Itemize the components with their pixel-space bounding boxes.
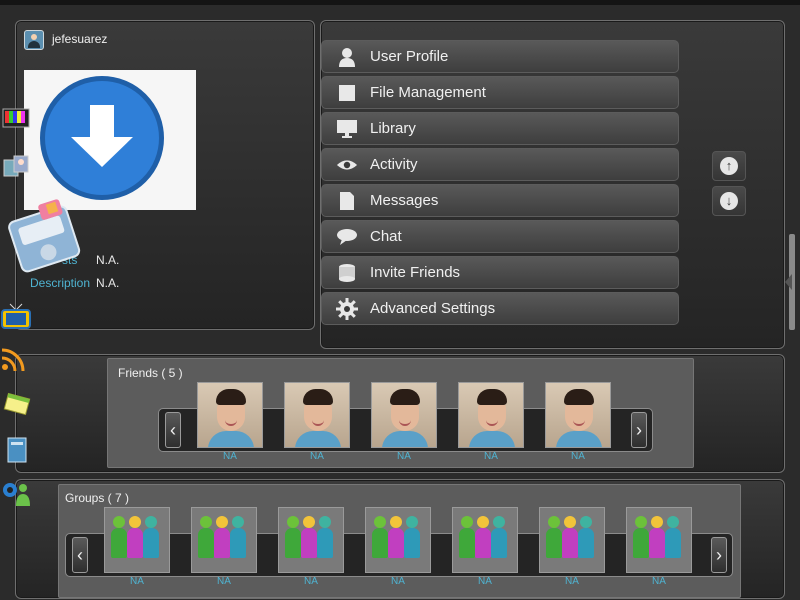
description-label: Description [30,276,91,290]
document-icon [336,190,358,212]
group-avatar[interactable] [104,507,170,573]
monitor-icon [336,118,358,140]
notebook-icon[interactable] [6,436,28,464]
panel-collapse-arrow-icon[interactable] [785,274,792,290]
friend-avatar[interactable] [545,382,611,448]
menu-item-label: Advanced Settings [370,300,496,317]
menu-item-user-profile[interactable]: User Profile [321,40,679,73]
menu-item-label: File Management [370,84,486,101]
menu-item-library[interactable]: Library [321,112,679,145]
group-avatar[interactable] [452,507,518,573]
groups-prev-button[interactable]: ‹ [72,537,88,573]
group-avatar[interactable] [365,507,431,573]
menu-item-label: Library [370,120,416,137]
gear-icon [336,297,358,320]
friend-name[interactable]: NA [545,451,611,462]
group-name[interactable]: NA [191,576,257,587]
speech-bubble-icon [336,226,358,248]
friend-name[interactable]: NA [371,451,437,462]
username: jefesuarez [52,32,108,46]
friend-avatar[interactable] [284,382,350,448]
user-avatar-icon [24,30,44,50]
scroll-down-button[interactable]: ↓ [712,186,746,216]
group-name[interactable]: NA [626,576,692,587]
friends-title: Friends ( 5 ) [118,366,183,380]
friend-name[interactable]: NA [284,451,350,462]
top-bar [0,0,800,5]
groups-settings-icon[interactable] [0,480,34,508]
menu-item-invite-friends[interactable]: Invite Friends [321,256,679,289]
menu-item-messages[interactable]: Messages [321,184,679,217]
group-name[interactable]: NA [278,576,344,587]
friends-next-button[interactable]: › [631,412,647,448]
menu-item-label: Messages [370,192,439,209]
download-icon [40,76,164,200]
arrow-down-icon: ↓ [720,192,738,210]
friend-name[interactable]: NA [197,451,263,462]
friend-avatar[interactable] [197,382,263,448]
group-name[interactable]: NA [104,576,170,587]
menu-item-label: Chat [370,228,402,245]
tv-test-pattern-icon[interactable] [2,108,30,130]
friends-prev-button[interactable]: ‹ [165,412,181,448]
menu-item-advanced-settings[interactable]: Advanced Settings [321,292,679,325]
group-name[interactable]: NA [539,576,605,587]
description-value: N.A. [96,276,120,290]
menu-item-activity[interactable]: Activity [321,148,679,181]
group-avatar[interactable] [539,507,605,573]
user-icon [336,46,358,68]
database-icon [336,262,358,284]
eye-icon [336,154,358,176]
people-photos-icon[interactable] [2,152,30,178]
groups-next-button[interactable]: › [711,537,727,573]
television-icon[interactable] [0,302,32,330]
friend-avatar[interactable] [371,382,437,448]
file-management-icon [336,82,358,104]
scroll-up-button[interactable]: ↑ [712,151,746,181]
group-name[interactable]: NA [365,576,431,587]
groups-title: Groups ( 7 ) [65,491,130,505]
group-name[interactable]: NA [452,576,518,587]
menu-item-label: User Profile [370,48,449,65]
group-avatar[interactable] [278,507,344,573]
group-avatar[interactable] [191,507,257,573]
profile-image[interactable] [24,70,196,210]
rss-feed-icon[interactable] [0,345,30,373]
menu-item-chat[interactable]: Chat [321,220,679,253]
posts-value: N.A. [96,253,120,267]
friend-avatar[interactable] [458,382,524,448]
media-player-icon[interactable] [4,198,90,278]
menu-item-label: Activity [370,156,418,173]
group-avatar[interactable] [626,507,692,573]
friend-name[interactable]: NA [458,451,524,462]
menu-item-file-management[interactable]: File Management [321,76,679,109]
notepad-icon[interactable] [2,392,32,416]
arrow-up-icon: ↑ [720,157,738,175]
menu-item-label: Invite Friends [370,264,461,281]
